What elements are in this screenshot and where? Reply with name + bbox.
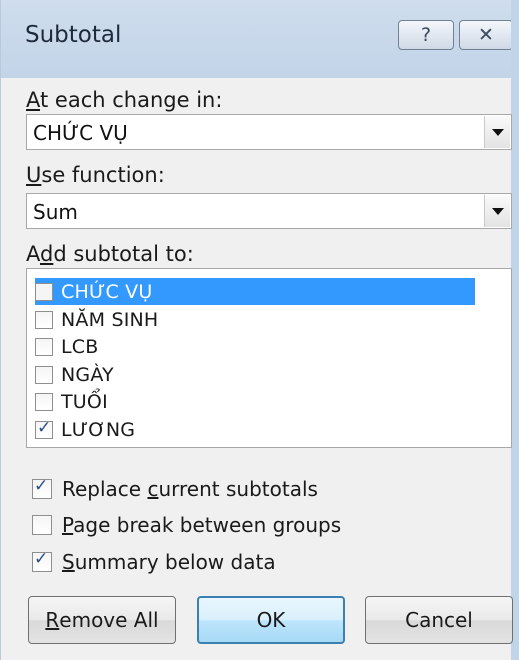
at-each-change-label: At each change in: xyxy=(26,88,223,112)
summary-below-data-label: Summary below data xyxy=(62,550,276,574)
list-item[interactable]: LCB xyxy=(35,333,475,360)
cancel-button[interactable]: Cancel xyxy=(365,596,513,644)
list-item-label: NGÀY xyxy=(61,363,114,386)
list-item-checkbox[interactable] xyxy=(35,310,53,329)
list-item-label: LCB xyxy=(61,335,99,358)
list-item[interactable]: TUỔI xyxy=(35,388,475,415)
list-item-checkbox[interactable] xyxy=(35,392,53,411)
list-item-checkbox[interactable] xyxy=(35,337,53,356)
dialog-title: Subtotal xyxy=(25,22,122,48)
use-function-combo[interactable]: Sum xyxy=(26,193,512,229)
window-frame xyxy=(511,0,519,660)
page-break-checkbox[interactable] xyxy=(32,515,52,535)
help-icon: ? xyxy=(420,24,432,46)
summary-below-data-option[interactable]: Summary below data xyxy=(32,549,276,575)
close-button[interactable]: ✕ xyxy=(459,20,513,50)
list-item-checkbox[interactable] xyxy=(35,365,53,384)
help-button[interactable]: ? xyxy=(398,20,454,50)
replace-current-subtotals-checkbox[interactable] xyxy=(32,476,52,499)
subtotal-dialog: Subtotal ? ✕ At each change in: CHỨC VỤ … xyxy=(0,0,519,660)
list-item[interactable]: LƯƠNG xyxy=(35,416,475,443)
chevron-down-icon[interactable] xyxy=(484,116,510,148)
add-subtotal-label: Add subtotal to: xyxy=(26,242,194,266)
list-item-label: LƯƠNG xyxy=(61,418,136,441)
list-item[interactable]: NGÀY xyxy=(35,361,475,388)
list-item-checkbox[interactable] xyxy=(35,282,53,301)
list-item[interactable]: CHỨC VỤ xyxy=(35,278,475,305)
page-break-label: Page break between groups xyxy=(62,513,342,537)
remove-all-button[interactable]: Remove All xyxy=(28,596,176,644)
chevron-down-icon[interactable] xyxy=(484,195,510,227)
use-function-value: Sum xyxy=(33,200,78,224)
ok-button[interactable]: OK xyxy=(197,596,345,644)
list-item[interactable]: NĂM SINH xyxy=(35,306,475,333)
title-bar[interactable]: Subtotal ? ✕ xyxy=(1,0,519,78)
at-each-change-value: CHỨC VỤ xyxy=(33,121,128,145)
replace-current-subtotals-label: Replace current subtotals xyxy=(62,477,318,501)
close-icon: ✕ xyxy=(478,24,494,46)
list-item-label: TUỔI xyxy=(61,390,108,413)
use-function-label: Use function: xyxy=(26,163,165,187)
replace-current-subtotals-option[interactable]: Replace current subtotals xyxy=(32,476,318,502)
list-item-label: NĂM SINH xyxy=(61,308,159,331)
list-item-label: CHỨC VỤ xyxy=(57,280,157,303)
at-each-change-combo[interactable]: CHỨC VỤ xyxy=(26,114,512,150)
list-item-checkbox[interactable] xyxy=(35,418,53,439)
summary-below-data-checkbox[interactable] xyxy=(32,549,52,572)
add-subtotal-list[interactable]: CHỨC VỤ NĂM SINH LCB NGÀY TUỔI LƯƠNG xyxy=(26,268,512,448)
page-break-option[interactable]: Page break between groups xyxy=(32,512,341,538)
